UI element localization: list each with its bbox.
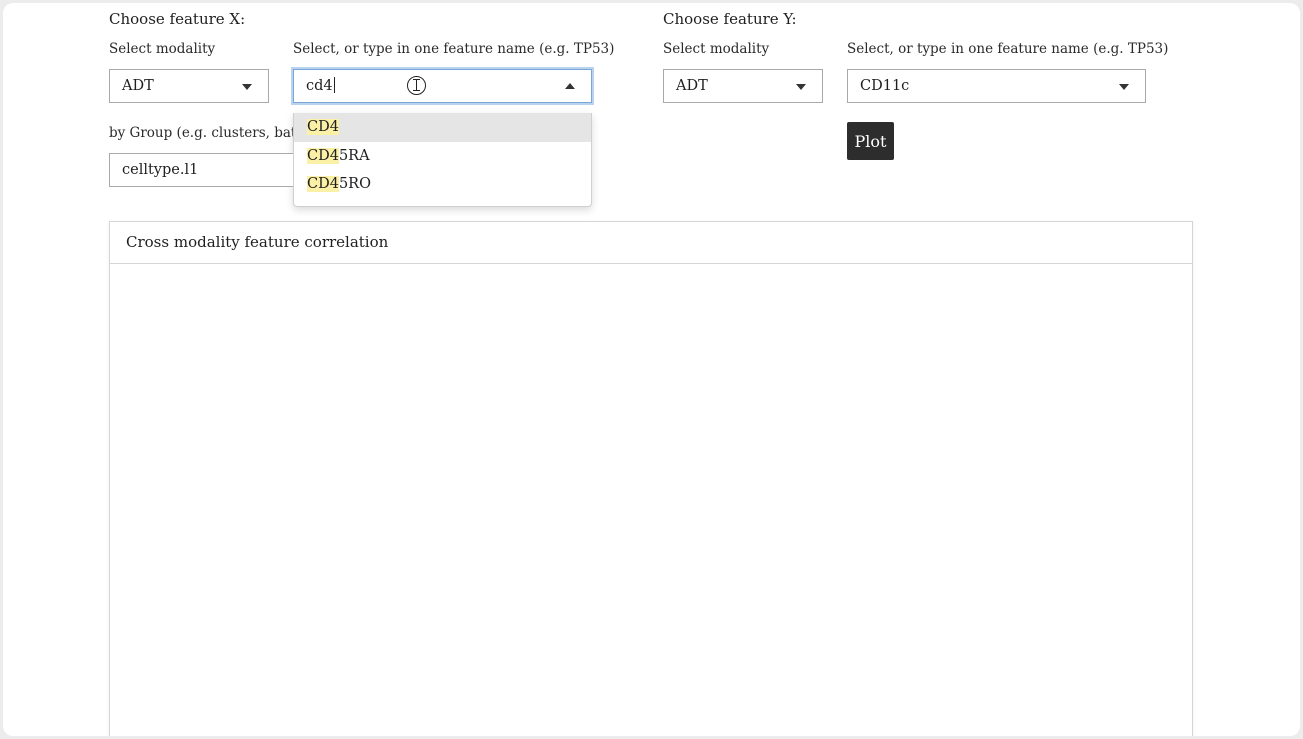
option-match-text: CD4 [307,119,339,135]
feature-y-feature-select[interactable]: CD11c [847,69,1146,103]
feature-x-dropdown-menu: CD4 CD45RA CD45RO [293,113,592,207]
feature-x-typed-text: cd4 [306,78,333,94]
feature-x-feature-label: Select, or type in one feature name (e.g… [293,41,615,57]
chevron-down-icon [796,84,806,90]
panel-title: Cross modality feature correlation [110,222,1192,264]
app-page: Choose feature X: Select modality ADT Se… [3,3,1300,736]
group-select[interactable]: celltype.l1 [109,153,293,187]
group-value: celltype.l1 [122,162,199,178]
option-rest-text: 5RA [338,147,370,164]
group-label: by Group (e.g. clusters, batch [109,125,293,141]
text-cursor [333,77,335,93]
dropdown-option[interactable]: CD4 [294,113,591,142]
feature-x-feature-input[interactable]: cd4 [293,69,592,103]
chevron-down-icon [242,84,252,90]
feature-x-modality-label: Select modality [109,41,216,57]
feature-x-heading: Choose feature X: [109,10,246,28]
feature-x-modality-value: ADT [122,78,154,94]
dropdown-option[interactable]: CD45RA [294,142,591,171]
correlation-panel: Cross modality feature correlation [109,221,1193,736]
chevron-up-icon [565,83,575,89]
feature-y-modality-value: ADT [676,78,708,94]
option-match-text: CD4 [307,176,339,192]
feature-y-modality-select[interactable]: ADT [663,69,823,103]
feature-y-heading: Choose feature Y: [663,10,797,28]
dropdown-option[interactable]: CD45RO [294,170,591,199]
feature-y-modality-label: Select modality [663,41,770,57]
plot-area [110,264,1192,736]
option-match-text: CD4 [307,147,339,164]
option-rest-text: 5RO [338,176,371,192]
mouse-ibeam-cursor-icon [407,76,426,95]
chevron-down-icon [1119,84,1129,90]
feature-x-modality-select[interactable]: ADT [109,69,269,103]
plot-button[interactable]: Plot [847,122,894,160]
feature-y-feature-label: Select, or type in one feature name (e.g… [847,41,1169,57]
feature-y-feature-value: CD11c [860,78,910,94]
